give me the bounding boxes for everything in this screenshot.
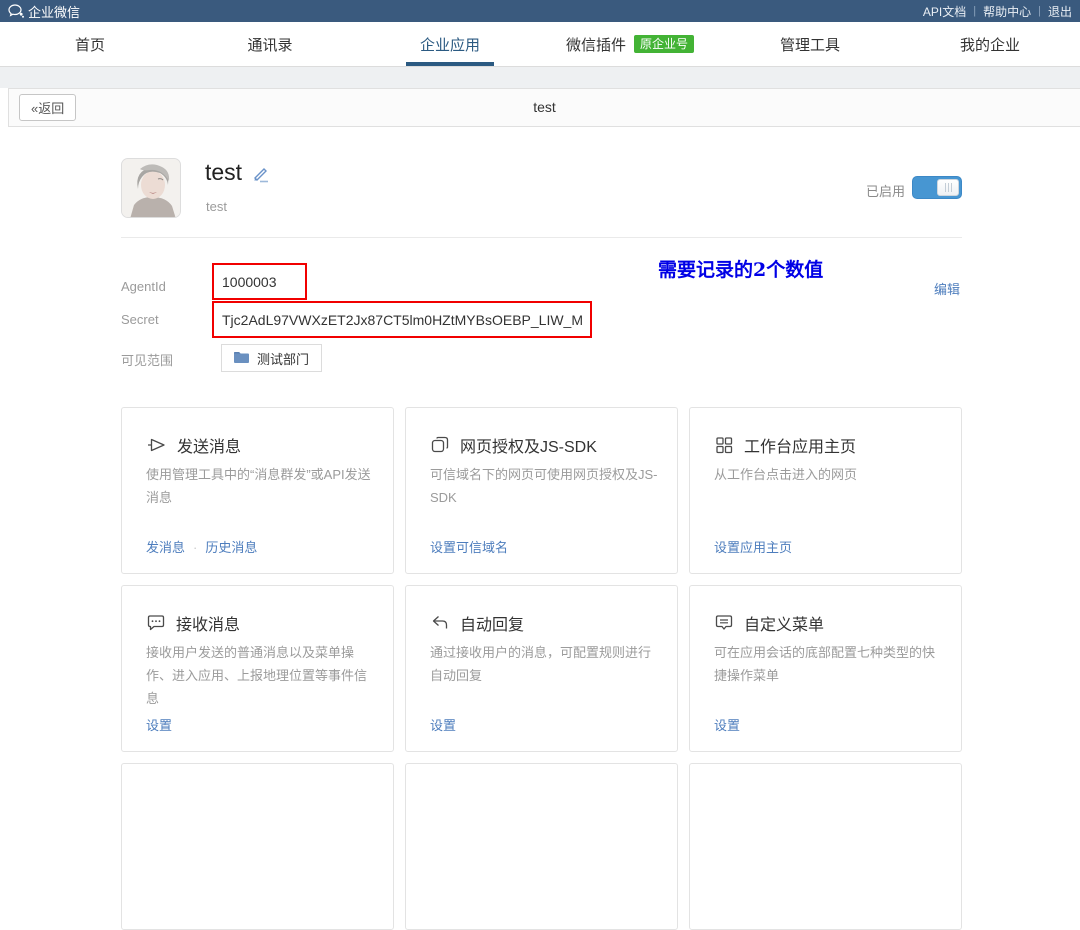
annotation-note: 需要记录的2个数值: [658, 255, 823, 282]
agentid-highlight-box: 1000003: [212, 263, 307, 300]
toggle-knob: [937, 179, 959, 196]
help-center-link[interactable]: 帮助中心: [983, 3, 1031, 20]
card-title: 接收消息: [176, 611, 240, 635]
card-title: 自定义菜单: [744, 611, 824, 635]
top-bar: 企业微信 API文档 | 帮助中心 | 退出: [0, 0, 1080, 22]
app-description: test: [206, 199, 227, 214]
agentid-label: AgentId: [121, 279, 166, 294]
app-name: test: [205, 159, 242, 186]
card-title: 网页授权及JS-SDK: [460, 433, 597, 457]
status-label: 已启用: [866, 181, 905, 200]
card-description: 可信域名下的网页可使用网页授权及JS-SDK: [430, 464, 658, 510]
set-trusted-domain-link[interactable]: 设置可信域名: [430, 540, 508, 555]
agentid-value: 1000003: [214, 274, 277, 290]
card-auto-reply: 自动回复 通过接收用户的消息，可配置规则进行自动回复 设置: [405, 585, 678, 752]
app-logo: 企业微信: [8, 2, 80, 21]
nav-admin-tools[interactable]: 管理工具: [720, 22, 900, 66]
enabled-toggle[interactable]: [912, 176, 962, 199]
card-title: 发送消息: [177, 433, 241, 457]
web-auth-jssdk-icon: [430, 435, 450, 455]
settings-link[interactable]: 设置: [714, 718, 740, 733]
scope-department-name: 测试部门: [257, 349, 309, 368]
topbar-separator: |: [973, 5, 976, 17]
card-workbench-home: 工作台应用主页 从工作台点击进入的网页 设置应用主页: [689, 407, 962, 574]
auto-reply-icon: [430, 613, 450, 633]
card-partial: [121, 763, 394, 930]
folder-icon: [234, 351, 249, 366]
card-send-message: 发送消息 使用管理工具中的“消息群发”或API发送消息 发消息 · 历史消息: [121, 407, 394, 574]
send-message-link[interactable]: 发消息: [146, 540, 185, 555]
section-divider: [121, 237, 962, 238]
workbench-home-icon: [714, 435, 734, 455]
receive-message-icon: [146, 613, 166, 633]
set-app-homepage-link[interactable]: 设置应用主页: [714, 540, 792, 555]
card-partial: [689, 763, 962, 930]
visible-scope-label: 可见范围: [121, 350, 173, 369]
secret-label: Secret: [121, 312, 159, 327]
main-nav: 首页 通讯录 企业应用 微信插件 原企业号 管理工具 我的企业: [0, 22, 1080, 67]
nav-enterprise-apps[interactable]: 企业应用: [360, 22, 540, 66]
card-description: 从工作台点击进入的网页: [714, 464, 942, 487]
logout-link[interactable]: 退出: [1048, 3, 1072, 20]
card-partial: [405, 763, 678, 930]
nav-my-company[interactable]: 我的企业: [900, 22, 1080, 66]
page-gap-band: [0, 67, 1080, 88]
nav-contacts[interactable]: 通讯录: [180, 22, 360, 66]
edit-name-pencil-icon[interactable]: [253, 167, 271, 188]
nav-home[interactable]: 首页: [0, 22, 180, 66]
card-description: 使用管理工具中的“消息群发”或API发送消息: [146, 464, 374, 510]
legacy-account-badge: 原企业号: [634, 35, 694, 53]
settings-link[interactable]: 设置: [146, 718, 172, 733]
card-description: 可在应用会话的底部配置七种类型的快捷操作菜单: [714, 642, 942, 688]
logo-text: 企业微信: [28, 2, 80, 21]
custom-menu-icon: [714, 613, 734, 633]
secret-value: Tjc2AdL97VWXzET2Jx87CT5lm0HZtMYBsOEBP_LI…: [214, 312, 583, 328]
scope-department-tag[interactable]: 测试部门: [221, 344, 322, 372]
card-receive-message: 接收消息 接收用户发送的普通消息以及菜单操作、进入应用、上报地理位置等事件信息 …: [121, 585, 394, 752]
wework-bubble-icon: [8, 4, 24, 18]
app-avatar: [121, 158, 181, 218]
history-message-link[interactable]: 历史消息: [205, 540, 257, 555]
page-subheader: «返回 test: [8, 88, 1080, 127]
card-title: 工作台应用主页: [744, 433, 856, 457]
link-separator: ·: [193, 540, 197, 555]
topbar-separator: |: [1038, 5, 1041, 17]
card-description: 接收用户发送的普通消息以及菜单操作、进入应用、上报地理位置等事件信息: [146, 642, 374, 710]
send-message-icon: [146, 435, 167, 455]
card-description: 通过接收用户的消息，可配置规则进行自动回复: [430, 642, 658, 688]
api-doc-link[interactable]: API文档: [923, 3, 966, 20]
secret-highlight-box: Tjc2AdL97VWXzET2Jx87CT5lm0HZtMYBsOEBP_LI…: [212, 301, 592, 338]
card-title: 自动回复: [460, 611, 524, 635]
nav-wechat-plugin[interactable]: 微信插件 原企业号: [540, 22, 720, 66]
card-custom-menu: 自定义菜单 可在应用会话的底部配置七种类型的快捷操作菜单 设置: [689, 585, 962, 752]
edit-link[interactable]: 编辑: [934, 279, 960, 298]
settings-link[interactable]: 设置: [430, 718, 456, 733]
card-web-auth-jssdk: 网页授权及JS-SDK 可信域名下的网页可使用网页授权及JS-SDK 设置可信域…: [405, 407, 678, 574]
page-title: test: [9, 89, 1080, 126]
